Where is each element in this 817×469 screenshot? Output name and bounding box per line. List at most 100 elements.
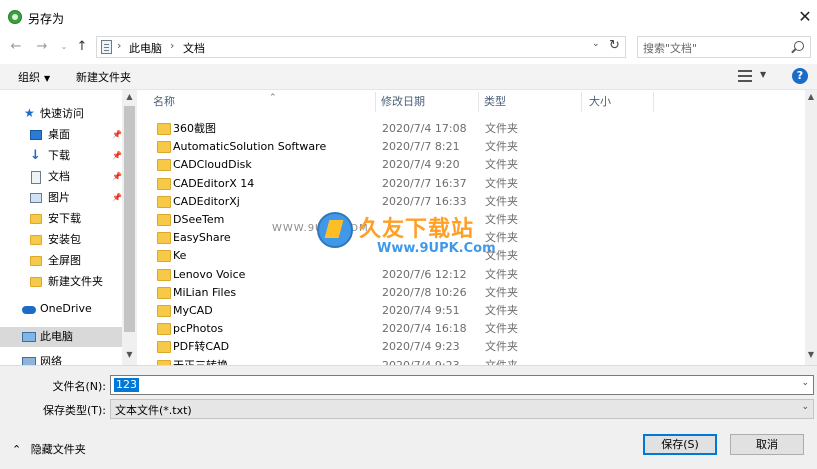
pin-icon[interactable]: 📌	[112, 146, 122, 166]
file-type: 文件夹	[485, 304, 518, 317]
folder-icon	[157, 195, 171, 208]
file-type: 文件夹	[485, 322, 518, 336]
title-bar: 另存为 ✕	[0, 0, 817, 32]
pin-icon[interactable]: 📌	[112, 125, 122, 145]
file-type: 文件夹	[485, 158, 518, 172]
file-row[interactable]: DSeeTem 文件夹	[147, 211, 807, 229]
file-row[interactable]: CADEditorXj 2020/7/7 16:33 文件夹	[147, 193, 807, 211]
breadcrumb-this-pc[interactable]: 此电脑	[129, 40, 162, 56]
file-row[interactable]: MiLian Files 2020/7/8 10:26 文件夹	[147, 284, 807, 302]
scroll-down-icon[interactable]: ▼	[122, 348, 137, 362]
breadcrumb-documents[interactable]: 文档	[183, 40, 205, 56]
file-row[interactable]: CADCloudDisk 2020/7/4 9:20 文件夹	[147, 156, 807, 174]
file-list-scrollbar[interactable]: ▲ ▼	[805, 90, 817, 365]
address-bar[interactable]: › 此电脑 › 文档 ⌄ ↻	[96, 36, 626, 58]
file-type: 文件夹	[485, 267, 518, 281]
scroll-thumb[interactable]	[124, 106, 135, 332]
file-row[interactable]: CADEditorX 14 2020/7/7 16:37 文件夹	[147, 175, 807, 193]
sidebar-item-folder[interactable]: 新建文件夹	[0, 272, 122, 292]
sidebar-item-documents[interactable]: 文档 📌	[0, 167, 122, 187]
file-name: Lenovo Voice	[173, 267, 246, 281]
hide-folders-label: 隐藏文件夹	[30, 443, 86, 456]
file-row[interactable]: pcPhotos 2020/7/4 16:18 文件夹	[147, 320, 807, 338]
window-title: 另存为	[28, 12, 65, 26]
sidebar-item-desktop[interactable]: 桌面 📌	[0, 125, 122, 145]
column-header-date[interactable]: 修改日期	[375, 90, 478, 114]
sidebar-item-folder[interactable]: 安下载	[0, 209, 122, 229]
help-icon[interactable]: ?	[792, 68, 808, 84]
sidebar-scrollbar[interactable]: ▲ ▼	[122, 90, 137, 365]
sort-up-icon: ⌃	[269, 93, 277, 103]
column-header-size[interactable]: 大小	[583, 90, 653, 114]
scroll-down-icon[interactable]: ▼	[805, 348, 817, 362]
pin-icon[interactable]: 📌	[112, 188, 122, 208]
file-row[interactable]: 360截图 2020/7/4 17:08 文件夹	[147, 120, 807, 138]
file-name: MyCAD	[173, 304, 213, 317]
back-button[interactable]: ←	[8, 38, 24, 56]
view-dropdown-icon[interactable]: ▼	[760, 70, 766, 79]
network-icon	[22, 357, 36, 365]
chevron-up-icon: ⌃	[12, 443, 22, 456]
folder-icon	[157, 123, 171, 135]
search-input[interactable]: 搜索"文档"	[637, 36, 811, 58]
recent-locations-button[interactable]: ⌄	[58, 38, 70, 56]
filetype-select[interactable]: 文本文件(*.txt) ⌄	[110, 399, 814, 419]
file-type: 文件夹	[485, 122, 518, 135]
cloud-icon	[22, 306, 36, 314]
sidebar-item-pictures[interactable]: 图片 📌	[0, 188, 122, 208]
scroll-up-icon[interactable]: ▲	[122, 90, 137, 104]
view-options-icon[interactable]	[738, 70, 752, 82]
chevron-down-icon[interactable]: ⌄	[801, 402, 809, 412]
file-row[interactable]: AutomaticSolution Software 2020/7/7 8:21 文…	[147, 138, 807, 156]
scroll-up-icon[interactable]: ▲	[805, 90, 817, 104]
sidebar-item-folder[interactable]: 安装包	[0, 230, 122, 250]
file-row[interactable]: Lenovo Voice 2020/7/6 12:12 文件夹	[147, 266, 807, 284]
chevron-down-icon[interactable]: ⌄	[592, 39, 600, 49]
sidebar-item-label: 安下载	[48, 212, 81, 225]
file-name: CADCloudDisk	[173, 158, 252, 172]
search-placeholder: 搜索"文档"	[643, 42, 698, 55]
file-date: 2020/7/7 8:21	[382, 140, 460, 154]
hide-folders-toggle[interactable]: ⌃ 隐藏文件夹	[12, 441, 86, 457]
column-header-name[interactable]: 名称 ⌃	[147, 90, 377, 114]
chevron-right-icon[interactable]: ›	[117, 39, 121, 52]
file-row[interactable]: PDF转CAD 2020/7/4 9:23 文件夹	[147, 338, 807, 356]
file-type: 文件夹	[485, 231, 518, 245]
picture-icon	[30, 193, 42, 203]
file-row[interactable]: Ke 文件夹	[147, 247, 807, 265]
file-row[interactable]: 天正三转换 2020/7/4 9:23 文件夹	[147, 357, 807, 365]
up-button[interactable]: ↑	[74, 38, 90, 56]
organize-button[interactable]: 组织 ▼	[18, 69, 50, 85]
chevron-down-icon[interactable]: ⌄	[801, 378, 809, 388]
sidebar-item-label: OneDrive	[40, 302, 92, 315]
star-icon: ★	[24, 106, 35, 120]
column-divider[interactable]	[581, 92, 582, 112]
folder-icon	[157, 141, 171, 154]
new-folder-button[interactable]: 新建文件夹	[76, 69, 131, 85]
chevron-right-icon[interactable]: ›	[170, 39, 174, 52]
column-divider[interactable]	[653, 92, 654, 112]
file-type: 文件夹	[485, 213, 518, 226]
sidebar-item-folder[interactable]: 全屏图	[0, 251, 122, 271]
download-icon: ↓	[30, 148, 41, 163]
refresh-icon[interactable]: ↻	[609, 38, 620, 53]
pin-icon[interactable]: 📌	[112, 167, 122, 187]
file-type: 文件夹	[485, 357, 518, 365]
file-name: MiLian Files	[173, 285, 237, 299]
filename-value[interactable]: 123	[114, 378, 139, 392]
folder-icon	[30, 256, 42, 266]
save-button[interactable]: 保存(S)	[643, 434, 717, 455]
forward-button[interactable]: →	[34, 38, 50, 56]
cancel-button[interactable]: 取消	[730, 434, 804, 455]
file-row[interactable]: EasyShare 文件夹	[147, 229, 807, 247]
close-button[interactable]: ✕	[796, 8, 814, 26]
filename-field[interactable]: 123 ⌄	[110, 375, 814, 395]
sidebar-item-downloads[interactable]: ↓ 下载 📌	[0, 146, 122, 166]
file-date: 2020/7/7 16:37	[382, 176, 467, 190]
column-header-type[interactable]: 类型	[478, 90, 581, 114]
sidebar-item-onedrive[interactable]: OneDrive	[0, 299, 122, 319]
file-row[interactable]: MyCAD 2020/7/4 9:51 文件夹	[147, 302, 807, 320]
sidebar-item-network[interactable]: 网络	[0, 352, 122, 365]
sidebar-item-quick-access[interactable]: ★ 快速访问	[0, 104, 122, 124]
sidebar-item-this-pc[interactable]: 此电脑	[0, 327, 122, 347]
